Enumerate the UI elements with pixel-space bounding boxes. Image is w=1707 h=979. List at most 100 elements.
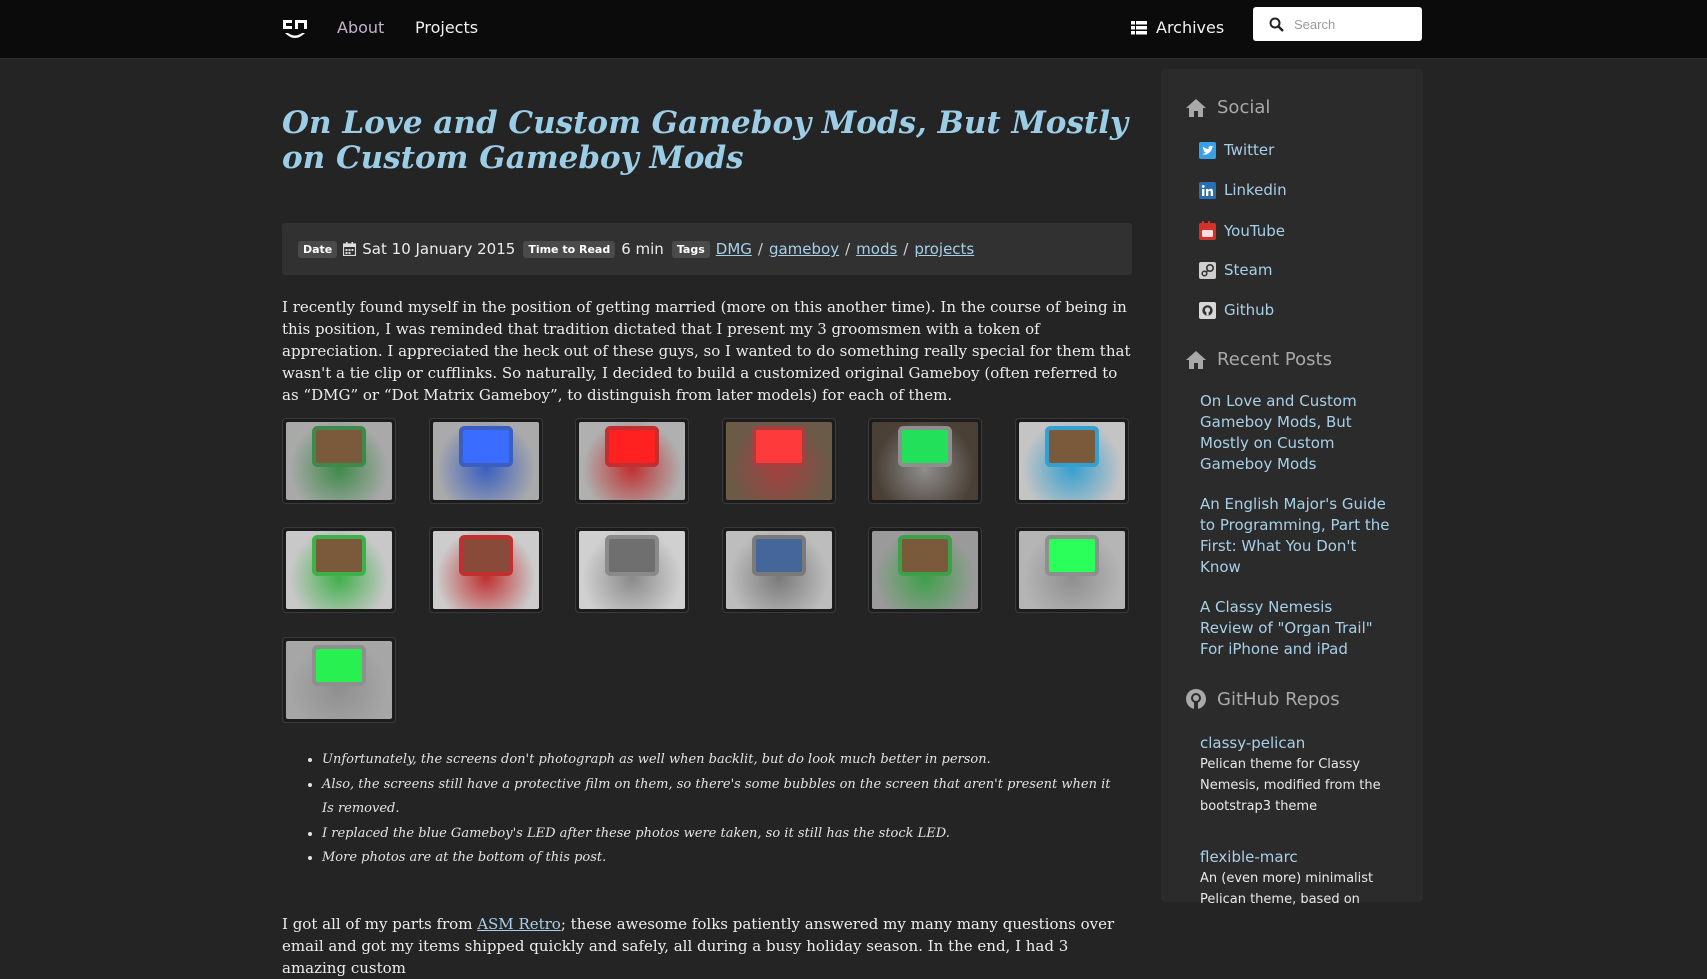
- gameboy-screen: [1048, 429, 1096, 463]
- social-twitter[interactable]: Twitter: [1199, 141, 1274, 159]
- tag-separator: /: [845, 240, 851, 258]
- social-steam[interactable]: Steam: [1199, 261, 1272, 279]
- gameboy-photo: [286, 422, 392, 500]
- gallery-thumbnail[interactable]: [575, 418, 689, 504]
- gallery-thumbnail[interactable]: [282, 527, 396, 613]
- gallery-thumbnail[interactable]: [282, 418, 396, 504]
- recent-post-link[interactable]: On Love and Custom Gameboy Mods, But Mos…: [1200, 391, 1390, 475]
- gameboy-screen: [315, 429, 363, 463]
- sidebar: Social Twitter Linkedin YouTube Steam Gi…: [1161, 69, 1423, 907]
- list-icon: [1131, 20, 1147, 34]
- post-meta: Date Sat 10 January 2015 Time to Read 6 …: [282, 223, 1132, 275]
- repo-link[interactable]: flexible-marc: [1200, 848, 1298, 866]
- gameboy-screen: [755, 538, 803, 572]
- date-label: Date: [298, 240, 338, 258]
- gameboy-screen: [462, 429, 510, 463]
- search-box: [1253, 7, 1422, 41]
- gameboy-photo: [433, 422, 539, 500]
- github-repos-title: GitHub Repos: [1217, 688, 1340, 710]
- note-item: I replaced the blue Gameboy's LED after …: [322, 822, 1122, 847]
- home-icon: [1186, 98, 1206, 117]
- gameboy-photo: [1019, 531, 1125, 609]
- github-icon: [1199, 301, 1216, 319]
- gallery-thumbnail[interactable]: [868, 418, 982, 504]
- tag-separator: /: [903, 240, 909, 258]
- gameboy-photo: [579, 422, 685, 500]
- logo-icon: [283, 20, 307, 38]
- search-icon: [1269, 17, 1284, 32]
- gameboy-screen: [462, 538, 510, 572]
- post-date: Sat 10 January 2015: [362, 240, 516, 258]
- post-body-paragraph: I got all of my parts from ASM Retro; th…: [282, 913, 1132, 979]
- social-label: Github: [1224, 301, 1275, 319]
- social-title: Social: [1217, 97, 1271, 118]
- nav-about[interactable]: About: [337, 18, 384, 37]
- twitter-icon: [1199, 141, 1216, 159]
- tags-label: Tags: [671, 240, 710, 258]
- social-linkedin[interactable]: Linkedin: [1199, 181, 1287, 199]
- tag-separator: /: [757, 240, 763, 258]
- asm-retro-link[interactable]: ASM Retro: [477, 915, 561, 933]
- nav-archives[interactable]: Archives: [1131, 18, 1224, 37]
- gallery-thumbnail[interactable]: [1015, 527, 1129, 613]
- search-input[interactable]: [1292, 15, 1416, 33]
- gallery-thumbnail[interactable]: [1015, 418, 1129, 504]
- gameboy-screen: [315, 648, 363, 682]
- social-label: Steam: [1224, 261, 1273, 279]
- gameboy-photo: [872, 531, 978, 609]
- gameboy-photo: [433, 531, 539, 609]
- gameboy-photo: [286, 641, 392, 719]
- gallery-thumbnail[interactable]: [429, 418, 543, 504]
- repo-link[interactable]: classy-pelican: [1200, 734, 1305, 752]
- github-repos-heading: GitHub Repos: [1185, 688, 1340, 710]
- gameboy-screen: [315, 538, 363, 572]
- gameboy-screen: [1048, 538, 1096, 572]
- gameboy-screen: [901, 538, 949, 572]
- gameboy-screen: [608, 429, 656, 463]
- post-title[interactable]: On Love and Custom Gameboy Mods, But Mos…: [282, 106, 1132, 176]
- gameboy-screen: [608, 538, 656, 572]
- recent-posts-heading: Recent Posts: [1185, 349, 1332, 370]
- social-github[interactable]: Github: [1199, 301, 1274, 319]
- linkedin-icon: [1199, 181, 1216, 199]
- nav-projects[interactable]: Projects: [415, 18, 478, 37]
- gameboy-photo: [872, 422, 978, 500]
- gameboy-photo: [286, 531, 392, 609]
- time-to-read-label: Time to Read: [523, 240, 616, 258]
- social-label: YouTube: [1224, 221, 1285, 240]
- calendar-icon: [343, 242, 357, 256]
- note-item: More photos are at the bottom of this po…: [322, 846, 1122, 871]
- time-to-read: 6 min: [621, 240, 664, 258]
- gameboy-screen: [755, 429, 803, 463]
- gameboy-photo: [579, 531, 685, 609]
- photo-notes: Unfortunately, the screens don't photogr…: [322, 748, 1122, 871]
- gallery-thumbnail[interactable]: [722, 418, 836, 504]
- recent-post-link[interactable]: A Classy Nemesis Review of "Organ Trail"…: [1200, 597, 1390, 660]
- gallery-thumbnail[interactable]: [868, 527, 982, 613]
- tag-mods[interactable]: mods: [856, 240, 897, 258]
- nav-archives-label: Archives: [1156, 18, 1225, 37]
- site-logo[interactable]: [282, 19, 308, 41]
- gameboy-photo: [726, 422, 832, 500]
- gallery-thumbnail[interactable]: [722, 527, 836, 613]
- tag-dmg[interactable]: DMG: [716, 240, 752, 258]
- gallery-thumbnail[interactable]: [575, 527, 689, 613]
- social-youtube[interactable]: YouTube: [1199, 221, 1285, 240]
- social-label: Linkedin: [1224, 181, 1287, 199]
- recent-posts-title: Recent Posts: [1217, 349, 1332, 370]
- home-icon: [1186, 350, 1206, 369]
- github-icon: [1186, 689, 1206, 709]
- recent-post-link[interactable]: An English Major's Guide to Programming,…: [1200, 494, 1390, 578]
- navbar: About Projects Archives: [0, 0, 1707, 59]
- tag-gameboy[interactable]: gameboy: [769, 240, 839, 258]
- youtube-icon: [1199, 221, 1216, 240]
- gallery-thumbnail[interactable]: [282, 637, 396, 723]
- body-text-prefix: I got all of my parts from: [282, 915, 478, 933]
- repo-description: An (even more) minimalist Pelican theme,…: [1200, 871, 1374, 907]
- social-heading: Social: [1185, 97, 1270, 118]
- gameboy-photo: [1019, 422, 1125, 500]
- note-item: Also, the screens still have a protectiv…: [322, 773, 1122, 822]
- tag-projects[interactable]: projects: [914, 240, 974, 258]
- gallery-thumbnail[interactable]: [429, 527, 543, 613]
- note-item: Unfortunately, the screens don't photogr…: [322, 748, 1122, 773]
